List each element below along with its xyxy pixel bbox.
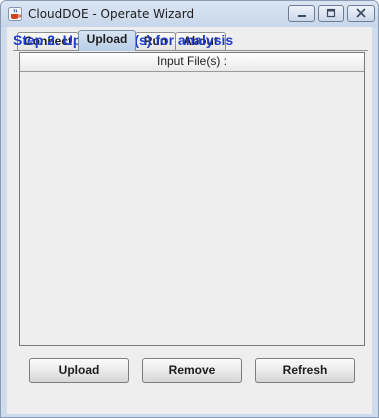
close-icon [356, 8, 366, 18]
close-button[interactable] [347, 5, 375, 22]
refresh-button[interactable]: Refresh [255, 358, 355, 383]
maximize-button[interactable] [318, 5, 344, 22]
column-header-input-files[interactable]: Input File(s) : [20, 53, 364, 72]
app-window: CloudDOE - Operate Wizard Connect Upload… [0, 0, 379, 418]
minimize-icon [297, 15, 306, 17]
upload-button[interactable]: Upload [29, 358, 129, 383]
window-title: CloudDOE - Operate Wizard [28, 7, 195, 21]
remove-button[interactable]: Remove [142, 358, 242, 383]
title-bar[interactable]: CloudDOE - Operate Wizard [1, 1, 378, 27]
input-files-table[interactable]: Input File(s) : [19, 52, 365, 346]
tab-upload[interactable]: Upload [78, 30, 136, 51]
maximize-icon [326, 8, 336, 18]
minimize-button[interactable] [288, 5, 315, 22]
java-cup-icon [8, 7, 22, 21]
